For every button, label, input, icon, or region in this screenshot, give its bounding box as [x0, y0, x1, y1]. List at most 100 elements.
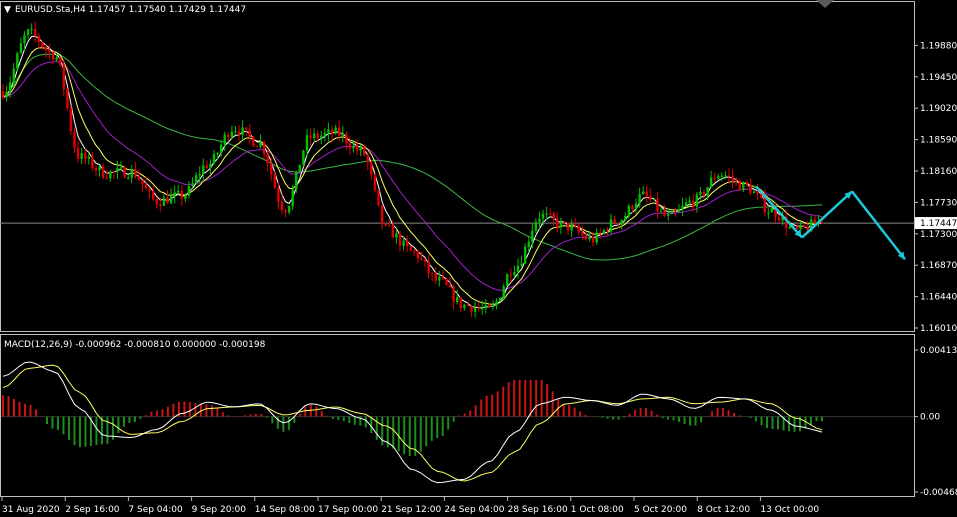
- candle-body: [559, 221, 563, 228]
- candle-body: [148, 188, 151, 192]
- candle-body: [105, 177, 108, 179]
- candle-body: [738, 181, 741, 191]
- candle-body: [184, 195, 187, 199]
- candle-body: [244, 127, 248, 130]
- candle-body: [692, 200, 695, 207]
- candle-body: [413, 250, 416, 252]
- candle: [66, 87, 69, 112]
- candle-body: [448, 284, 452, 287]
- candle-body: [799, 225, 802, 230]
- candle-body: [116, 168, 119, 172]
- candle-body: [391, 225, 395, 238]
- candle-body: [216, 153, 219, 155]
- candle-body: [191, 183, 194, 186]
- candle-body: [488, 304, 491, 307]
- candle-body: [795, 226, 799, 230]
- candle-body: [713, 177, 716, 179]
- candle-body: [430, 273, 434, 275]
- candle-body: [169, 195, 173, 204]
- time-tick-label: 17 Sep 00:00: [318, 505, 378, 515]
- candle-body: [202, 165, 205, 174]
- candle-body: [649, 195, 652, 200]
- candle-body: [452, 286, 455, 303]
- candle-body: [634, 203, 638, 210]
- candle-body: [162, 197, 166, 206]
- candle-body: [717, 176, 720, 179]
- candle-body: [69, 108, 73, 132]
- candle-body: [752, 191, 756, 194]
- candle: [302, 149, 305, 167]
- time-tick-label: 21 Sep 12:00: [381, 505, 441, 515]
- candle-body: [84, 153, 87, 159]
- candle-body: [30, 28, 33, 30]
- candle-body: [745, 182, 749, 185]
- candle-body: [320, 135, 323, 139]
- chart-background: [0, 0, 957, 517]
- candle-body: [459, 297, 462, 309]
- candle-body: [234, 131, 237, 133]
- candle-body: [470, 305, 473, 312]
- candle-body: [606, 230, 609, 232]
- candle-body: [574, 224, 577, 227]
- price-tick-label: 1.17300: [920, 230, 957, 240]
- candle-body: [384, 224, 387, 226]
- candle-body: [363, 146, 366, 155]
- macd-tick-label: -0.004681: [920, 488, 957, 498]
- candle-body: [166, 197, 169, 204]
- candle-body: [44, 47, 48, 51]
- macd-tick-label: 0.00: [920, 413, 940, 423]
- candle-body: [94, 167, 98, 171]
- time-tick-label: 13 Oct 00:00: [760, 505, 819, 515]
- candle-body: [749, 184, 752, 194]
- candle-body: [66, 89, 69, 109]
- candle-body: [570, 224, 573, 231]
- candle-body: [670, 211, 673, 215]
- candle-body: [724, 175, 727, 177]
- time-tick-label: 9 Sep 20:00: [192, 505, 247, 515]
- candle-body: [581, 232, 584, 236]
- candle-body: [1, 91, 5, 98]
- candle-body: [398, 233, 402, 246]
- candle-body: [323, 132, 327, 136]
- candle-body: [495, 301, 498, 306]
- candle-body: [498, 297, 502, 302]
- candle-body: [616, 223, 620, 225]
- candle-body: [227, 134, 230, 138]
- chart-window[interactable]: ▼ EURUSD.Sta,H4 1.17457 1.17540 1.17429 …: [0, 0, 957, 517]
- candle-body: [602, 230, 606, 234]
- candle-body: [667, 214, 670, 217]
- candle-body: [624, 215, 627, 221]
- candle-body: [98, 166, 101, 171]
- candle-body: [545, 213, 548, 215]
- candle: [506, 273, 509, 287]
- collapse-icon[interactable]: ▼: [4, 5, 11, 15]
- candle-body: [352, 145, 355, 149]
- candle-body: [599, 232, 602, 234]
- candle-body: [237, 131, 241, 135]
- candle-body: [706, 187, 709, 196]
- candle-body: [73, 131, 76, 148]
- candle-body: [577, 226, 581, 233]
- candle-body: [51, 52, 55, 60]
- candle-body: [445, 278, 448, 285]
- candle-body: [59, 57, 62, 65]
- candle-body: [134, 168, 137, 178]
- candle-body: [638, 193, 641, 204]
- candle-body: [359, 146, 362, 151]
- candle-body: [420, 258, 423, 260]
- price-tick-label: 1.16870: [920, 261, 957, 271]
- candle-body: [277, 188, 280, 202]
- candle-body: [23, 34, 26, 44]
- candle-body: [742, 182, 745, 191]
- candle-body: [734, 180, 738, 182]
- candle: [252, 135, 255, 147]
- candle-body: [80, 153, 83, 159]
- candle-body: [37, 35, 40, 43]
- candle-body: [548, 213, 552, 215]
- candle-body: [441, 277, 445, 279]
- candle: [69, 105, 73, 135]
- candle-body: [5, 91, 8, 98]
- candle-body: [434, 273, 437, 281]
- candle-body: [119, 167, 123, 169]
- candle-body: [513, 272, 516, 276]
